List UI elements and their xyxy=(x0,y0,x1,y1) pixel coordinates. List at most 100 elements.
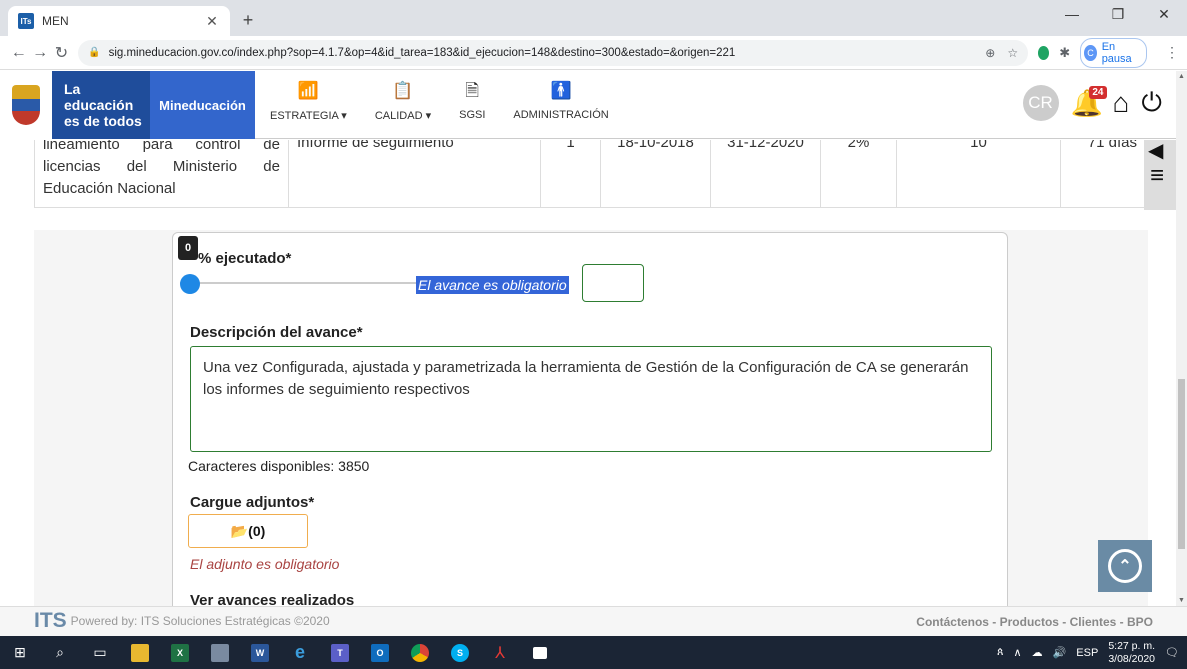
forward-icon[interactable]: → xyxy=(29,44,50,62)
its-logo: ITS Powered by: ITS Soluciones Estratégi… xyxy=(34,609,330,633)
logo-slogan: La educación es de todos xyxy=(52,71,150,139)
extension-icon[interactable] xyxy=(1038,45,1050,60)
its-logo-mark: ITS xyxy=(34,609,67,632)
menu-sgsi[interactable]: 🗎 SGSI xyxy=(459,79,485,122)
description-label: Descripción del avance* xyxy=(190,324,363,341)
scroll-to-top-button[interactable]: ⌃ xyxy=(1098,540,1152,592)
site-favicon-icon: ITs xyxy=(18,13,34,29)
upload-attachments-button[interactable]: 📂 (0) xyxy=(188,514,308,548)
tab-title: MEN xyxy=(42,14,69,28)
hamburger-menu-icon[interactable]: ≡ xyxy=(1150,162,1164,190)
speaker-icon[interactable]: 🔊 xyxy=(1053,646,1067,659)
internet-explorer-icon[interactable]: e xyxy=(280,636,320,669)
reload-icon[interactable]: ↻ xyxy=(51,43,72,63)
arrow-left-icon: ◀ xyxy=(1148,140,1164,162)
coat-of-arms-icon xyxy=(0,71,52,139)
attachments-label: Cargue adjuntos* xyxy=(190,494,315,511)
browser-menu-icon[interactable]: ⋮ xyxy=(1165,44,1179,61)
tab-close-icon[interactable]: ✕ xyxy=(204,13,220,30)
bookmark-star-icon[interactable]: ☆ xyxy=(1007,46,1018,60)
attachments-count: (0) xyxy=(248,523,266,539)
extensions: ✱ C En pausa ⋮ xyxy=(1038,37,1179,68)
menu-label: SGSI xyxy=(459,109,486,121)
notifications-bell-icon[interactable]: 🔔 24 xyxy=(1071,85,1107,119)
page-content: lineamiento para control de licencias de… xyxy=(0,140,1176,606)
clock-date: 3/08/2020 xyxy=(1108,652,1156,665)
header-actions: CR 🔔 24 ⌂ ⏻ xyxy=(1022,85,1162,121)
footer-links[interactable]: Contáctenos - Productos - Clientes - BPO xyxy=(916,615,1153,629)
word-icon[interactable]: W xyxy=(240,636,280,669)
skype-icon[interactable]: S xyxy=(440,636,480,669)
slider-value-tooltip: 0 xyxy=(178,236,198,260)
notification-badge: 24 xyxy=(1089,85,1107,99)
address-bar: ← → ↻ 🔒 sig.mineducacion.gov.co/index.ph… xyxy=(0,36,1187,70)
teams-icon[interactable]: T xyxy=(320,636,360,669)
admin-user-icon: 🚹 xyxy=(550,81,572,100)
profile-status: En pausa xyxy=(1101,40,1132,65)
outlook-icon[interactable]: O xyxy=(360,636,400,669)
chrome-icon[interactable] xyxy=(400,636,440,669)
power-icon[interactable]: ⏻ xyxy=(1141,87,1162,119)
scroll-up-icon[interactable]: ▲ xyxy=(1178,73,1185,80)
scroll-down-icon[interactable]: ▼ xyxy=(1178,597,1185,604)
onedrive-icon[interactable]: ☁ xyxy=(1032,646,1043,659)
attachments-error: El adjunto es obligatorio xyxy=(190,556,340,572)
user-avatar[interactable]: CR xyxy=(1022,85,1059,121)
search-icon[interactable]: ⌕ xyxy=(40,636,80,669)
file-explorer-icon[interactable] xyxy=(120,636,160,669)
page-scrollbar[interactable]: ▲ ▼ xyxy=(1176,71,1187,606)
site-header: La educación es de todos Mineducación 📶 E… xyxy=(0,71,1176,139)
url-text: sig.mineducacion.gov.co/index.php?sop=4.… xyxy=(108,46,736,59)
side-panel-toggle[interactable]: ◀ ≡ xyxy=(1144,140,1176,210)
cell-days: 71 días xyxy=(1087,140,1137,151)
menu-calidad[interactable]: 📋 CALIDAD ▾ xyxy=(375,79,431,122)
folder-open-icon: 📂 xyxy=(230,522,249,539)
view-progress-heading[interactable]: Ver avances realizados xyxy=(190,592,354,606)
url-field[interactable]: 🔒 sig.mineducacion.gov.co/index.php?sop=… xyxy=(78,39,1029,66)
percent-input[interactable] xyxy=(582,264,644,302)
back-icon[interactable]: ← xyxy=(8,44,29,62)
home-icon[interactable]: ⌂ xyxy=(1113,87,1130,119)
slider-handle[interactable] xyxy=(180,274,200,294)
brand-logo[interactable]: La educación es de todos Mineducación xyxy=(0,71,255,139)
form-fields: 0 % ejecutado* El avance es obligatorio … xyxy=(172,140,1008,606)
minimize-icon[interactable]: — xyxy=(1049,6,1095,23)
chevron-up-icon: ⌃ xyxy=(1108,549,1142,583)
document-lock-icon: 🗎 xyxy=(465,81,480,100)
app-window-icon[interactable] xyxy=(520,636,560,669)
profile-avatar: C xyxy=(1084,44,1097,61)
profile-button[interactable]: C En pausa xyxy=(1080,37,1147,68)
windows-start-icon[interactable]: ⊞ xyxy=(0,636,40,669)
zoom-icon[interactable]: ⊕ xyxy=(985,46,995,60)
acrobat-icon[interactable]: ⅄ xyxy=(480,636,520,669)
clock[interactable]: 5:27 p. m. 3/08/2020 xyxy=(1108,640,1155,666)
chart-icon: 📶 xyxy=(297,81,319,100)
description-textarea[interactable]: Una vez Configurada, ajustada y parametr… xyxy=(190,346,992,452)
main-menu: 📶 ESTRATEGIA ▾ 📋 CALIDAD ▾ 🗎 SGSI 🚹 ADMI… xyxy=(270,79,637,122)
menu-estrategia[interactable]: 📶 ESTRATEGIA ▾ xyxy=(270,79,347,122)
tray-chevron-icon[interactable]: ∧ xyxy=(1014,646,1022,659)
progress-required-message: El avance es obligatorio xyxy=(416,276,569,294)
menu-administracion[interactable]: 🚹 ADMINISTRACIÓN xyxy=(513,79,608,122)
puzzle-icon[interactable]: ✱ xyxy=(1059,45,1070,61)
executed-label: % ejecutado* xyxy=(198,250,292,267)
slider-track[interactable] xyxy=(180,282,416,284)
new-tab-button[interactable]: + xyxy=(238,10,258,31)
scrollbar-thumb[interactable] xyxy=(1178,379,1185,549)
system-tray: ጰ ∧ ☁ 🔊 ESP 5:27 p. m. 3/08/2020 🗨 xyxy=(997,636,1179,669)
lock-icon[interactable]: 🔒 xyxy=(88,47,100,58)
progress-slider[interactable] xyxy=(180,274,416,294)
excel-icon[interactable]: X xyxy=(160,636,200,669)
clipboard-icon: 📋 xyxy=(392,81,414,100)
chars-available: Caracteres disponibles: 3850 xyxy=(188,458,370,474)
browser-tab[interactable]: ITs MEN ✕ xyxy=(8,6,230,36)
close-window-icon[interactable]: ✕ xyxy=(1141,6,1187,23)
language-indicator[interactable]: ESP xyxy=(1076,647,1098,659)
task-view-icon[interactable]: ▭ xyxy=(80,636,120,669)
powered-by: Powered by: ITS Soluciones Estratégicas … xyxy=(70,614,330,628)
paint-icon[interactable] xyxy=(200,636,240,669)
people-icon[interactable]: ጰ xyxy=(997,646,1004,659)
site-footer: ITS Powered by: ITS Soluciones Estratégi… xyxy=(0,606,1187,636)
restore-icon[interactable]: ❐ xyxy=(1095,6,1141,23)
action-center-icon[interactable]: 🗨 xyxy=(1165,646,1179,659)
